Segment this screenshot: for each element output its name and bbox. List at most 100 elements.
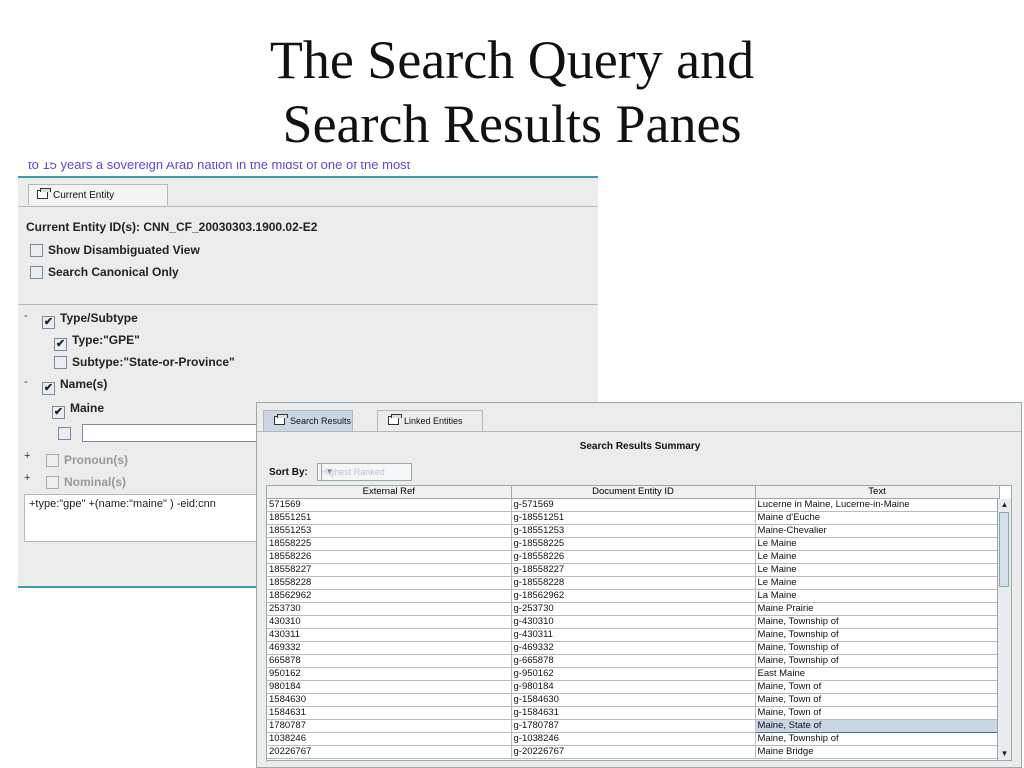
table-row[interactable]: 20226767 g-20226767 Maine Bridge	[267, 745, 1000, 759]
table-row[interactable]: 1584630 g-1584630 Maine, Town of	[267, 693, 1000, 707]
cell-external-ref: 1038246	[267, 732, 512, 746]
tab-linked-entities[interactable]: Linked Entities	[377, 410, 483, 431]
search-results-summary-title: Search Results Summary	[579, 441, 701, 452]
table-row[interactable]: 18551253 g-18551253 Maine-Chevalier	[267, 524, 1000, 538]
type-gpe-checkbox[interactable]: ✔	[54, 338, 67, 351]
cell-external-ref: 18551253	[267, 524, 512, 538]
scroll-down-icon[interactable]: ▼	[998, 748, 1011, 760]
pronouns-label: Pronoun(s)	[64, 453, 128, 467]
tree-expand-icon[interactable]: +	[24, 450, 30, 462]
cell-document-entity-id: g-1038246	[511, 732, 756, 746]
column-header-text[interactable]: Text	[755, 486, 1000, 499]
options-separator	[18, 304, 598, 305]
cell-text: Le Maine	[755, 550, 1000, 564]
scrollbar-thumb[interactable]	[999, 512, 1009, 587]
pronouns-checkbox[interactable]	[46, 454, 59, 467]
table-row[interactable]: 980184 g-980184 Maine, Town of	[267, 680, 1000, 694]
sort-by-control: Sort By: Highest Ranked ▼	[269, 463, 412, 481]
subtype-option[interactable]: Subtype:"State-or-Province"	[54, 354, 235, 370]
cell-external-ref: 253730	[267, 602, 512, 616]
names-checkbox[interactable]: ✔	[42, 382, 55, 395]
table-row[interactable]: 665878 g-665878 Maine, Township of	[267, 654, 1000, 668]
column-header-document-entity-id[interactable]: Document Entity ID	[511, 486, 756, 499]
search-canonical-checkbox[interactable]	[30, 266, 43, 279]
names-label: Name(s)	[60, 377, 108, 391]
cell-external-ref: 18558227	[267, 563, 512, 577]
tab-search-results[interactable]: Search Results	[263, 410, 353, 431]
slide-title-line-1: The Search Query and	[269, 30, 755, 90]
table-row[interactable]: 18551251 g-18551251 Maine d'Euche	[267, 511, 1000, 525]
cell-document-entity-id: g-1584631	[511, 706, 756, 720]
new-name-option[interactable]	[58, 425, 76, 441]
cell-text: Maine d'Euche	[755, 511, 1000, 525]
table-row[interactable]: 18558226 g-18558226 Le Maine	[267, 550, 1000, 564]
document-text-strip: to 15 years a sovereign Arab nation in t…	[18, 162, 598, 178]
nominals-option[interactable]: Nominal(s)	[46, 474, 126, 490]
subtype-checkbox[interactable]	[54, 356, 67, 369]
name-maine-option[interactable]: ✔ Maine	[52, 400, 104, 419]
table-row[interactable]: 571569 g-571569 Lucerne in Maine, Lucerne-…	[267, 498, 1000, 512]
cell-text: Maine, Town of	[755, 680, 1000, 694]
tab-current-entity[interactable]: Current Entity	[28, 184, 168, 205]
cell-document-entity-id: g-665878	[511, 654, 756, 668]
table-row[interactable]: 469332 g-469332 Maine, Township of	[267, 641, 1000, 655]
column-header-external-ref[interactable]: External Ref	[267, 486, 512, 499]
pronouns-option[interactable]: Pronoun(s)	[46, 452, 128, 468]
cell-document-entity-id: g-950162	[511, 667, 756, 681]
table-row[interactable]: 253730 g-253730 Maine Prairie	[267, 602, 1000, 616]
results-table-body: 571569 g-571569 Lucerne in Maine, Lucerne-…	[267, 498, 1000, 759]
table-row[interactable]: 1780787 g-1780787 Maine, State of	[267, 719, 1000, 733]
cell-external-ref: 20226767	[267, 745, 512, 759]
type-subtype-checkbox[interactable]: ✔	[42, 316, 55, 329]
results-scrollbar[interactable]: ▲ ▼	[997, 499, 1011, 760]
table-row[interactable]: 950162 g-950162 East Maine	[267, 667, 1000, 681]
cell-external-ref: 980184	[267, 680, 512, 694]
type-subtype-option[interactable]: ✔ Type/Subtype	[42, 310, 138, 329]
show-disambiguated-option[interactable]: Show Disambiguated View	[30, 242, 200, 258]
cell-external-ref: 469332	[267, 641, 512, 655]
tree-branch-icon: -	[24, 310, 28, 322]
table-row[interactable]: 430310 g-430310 Maine, Township of	[267, 615, 1000, 629]
table-row[interactable]: 18562962 g-18562962 La Maine	[267, 589, 1000, 603]
cell-document-entity-id: g-18558225	[511, 537, 756, 551]
show-disambiguated-label: Show Disambiguated View	[48, 243, 200, 257]
tree-expand-icon[interactable]: +	[24, 472, 30, 484]
cell-external-ref: 430310	[267, 615, 512, 629]
cell-external-ref: 1584630	[267, 693, 512, 707]
table-row[interactable]: 18558228 g-18558228 Le Maine	[267, 576, 1000, 590]
show-disambiguated-checkbox[interactable]	[30, 244, 43, 257]
table-row[interactable]: 18558227 g-18558227 Le Maine	[267, 563, 1000, 577]
cell-external-ref: 1584631	[267, 706, 512, 720]
cell-external-ref: 18551251	[267, 511, 512, 525]
scroll-up-icon[interactable]: ▲	[998, 499, 1011, 511]
entity-tab-bar: Current Entity	[18, 184, 598, 207]
table-row[interactable]: 430311 g-430311 Maine, Township of	[267, 628, 1000, 642]
new-name-input[interactable]	[82, 424, 264, 442]
table-row[interactable]: 1584631 g-1584631 Maine, Town of	[267, 706, 1000, 720]
table-row[interactable]: 18558225 g-18558225 Le Maine	[267, 537, 1000, 551]
chevron-down-icon[interactable]: ▼	[320, 464, 338, 480]
nominals-checkbox[interactable]	[46, 476, 59, 489]
cell-external-ref: 430311	[267, 628, 512, 642]
cell-document-entity-id: g-430311	[511, 628, 756, 642]
cell-document-entity-id: g-1780787	[511, 719, 756, 733]
cell-text: Le Maine	[755, 537, 1000, 551]
cell-external-ref: 18558226	[267, 550, 512, 564]
names-option[interactable]: ✔ Name(s)	[42, 376, 108, 395]
table-row[interactable]: 1038246 g-1038246 Maine, Township of	[267, 732, 1000, 746]
cell-text: Maine Prairie	[755, 602, 1000, 616]
window-icon	[274, 414, 288, 425]
cell-text: Maine, Town of	[755, 693, 1000, 707]
table-header-row: External Ref Document Entity ID Text	[267, 486, 1000, 499]
sort-by-label: Sort By:	[269, 466, 308, 478]
type-gpe-label: Type:"GPE"	[72, 333, 140, 347]
type-gpe-option[interactable]: ✔ Type:"GPE"	[54, 332, 140, 351]
search-canonical-option[interactable]: Search Canonical Only	[30, 264, 179, 280]
cell-text: Le Maine	[755, 563, 1000, 577]
search-results-pane: Search Results Linked Entities Search Re…	[256, 402, 1022, 768]
sort-by-select[interactable]: Highest Ranked ▼	[316, 463, 412, 481]
cell-external-ref: 571569	[267, 498, 512, 512]
name-maine-checkbox[interactable]: ✔	[52, 406, 65, 419]
cell-external-ref: 950162	[267, 667, 512, 681]
new-name-checkbox[interactable]	[58, 427, 71, 440]
